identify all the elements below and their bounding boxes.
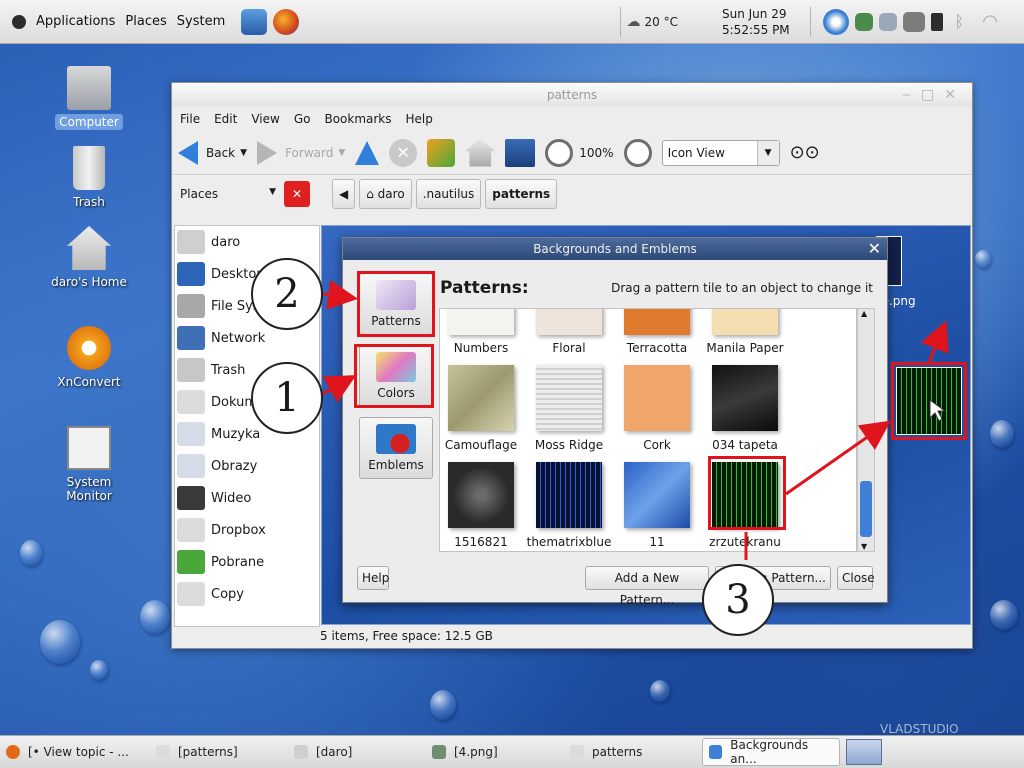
annotation-arrows [321,279,949,560]
image-viewer-icon [432,745,446,759]
taskbar-item-label: patterns [592,745,643,759]
folder-icon [570,745,584,759]
taskbar-item-label: [daro] [316,745,353,759]
taskbar-item-patterns[interactable]: patterns [564,738,702,766]
annotation-number-1: 1 [251,362,323,434]
arrow-to-patterns [322,279,358,310]
home-icon [294,745,308,759]
mouse-cursor-icon [929,399,947,422]
firefox-icon [6,745,20,759]
taskbar-item-label: Backgrounds an... [730,738,809,766]
taskbar-item-firefox[interactable]: [• View topic - ... [0,738,150,766]
taskbar-item-label: [4.png] [454,745,498,759]
arrow-to-file [920,320,949,363]
taskbar-item-label: [• View topic - ... [28,745,129,759]
taskbar-item-backgrounds[interactable]: Backgrounds an... [702,738,840,766]
folder-icon [156,745,170,759]
backgrounds-icon [709,745,723,759]
bottom-panel: [• View topic - ... [patterns] [daro] [4… [0,735,1024,768]
taskbar-item-label: [patterns] [178,745,238,759]
taskbar-item-image[interactable]: [4.png] [426,738,564,766]
taskbar-item-daro[interactable]: [daro] [288,738,426,766]
annotation-number-2: 2 [251,258,323,330]
annotation-number-3: 3 [702,564,774,636]
watermark: VLADSTUDIO [880,722,959,736]
taskbar-item-patterns-hidden[interactable]: [patterns] [150,738,288,766]
workspace-switcher[interactable] [846,739,882,765]
arrow-to-drop-target [785,420,891,496]
arrow-to-colors [321,375,357,403]
